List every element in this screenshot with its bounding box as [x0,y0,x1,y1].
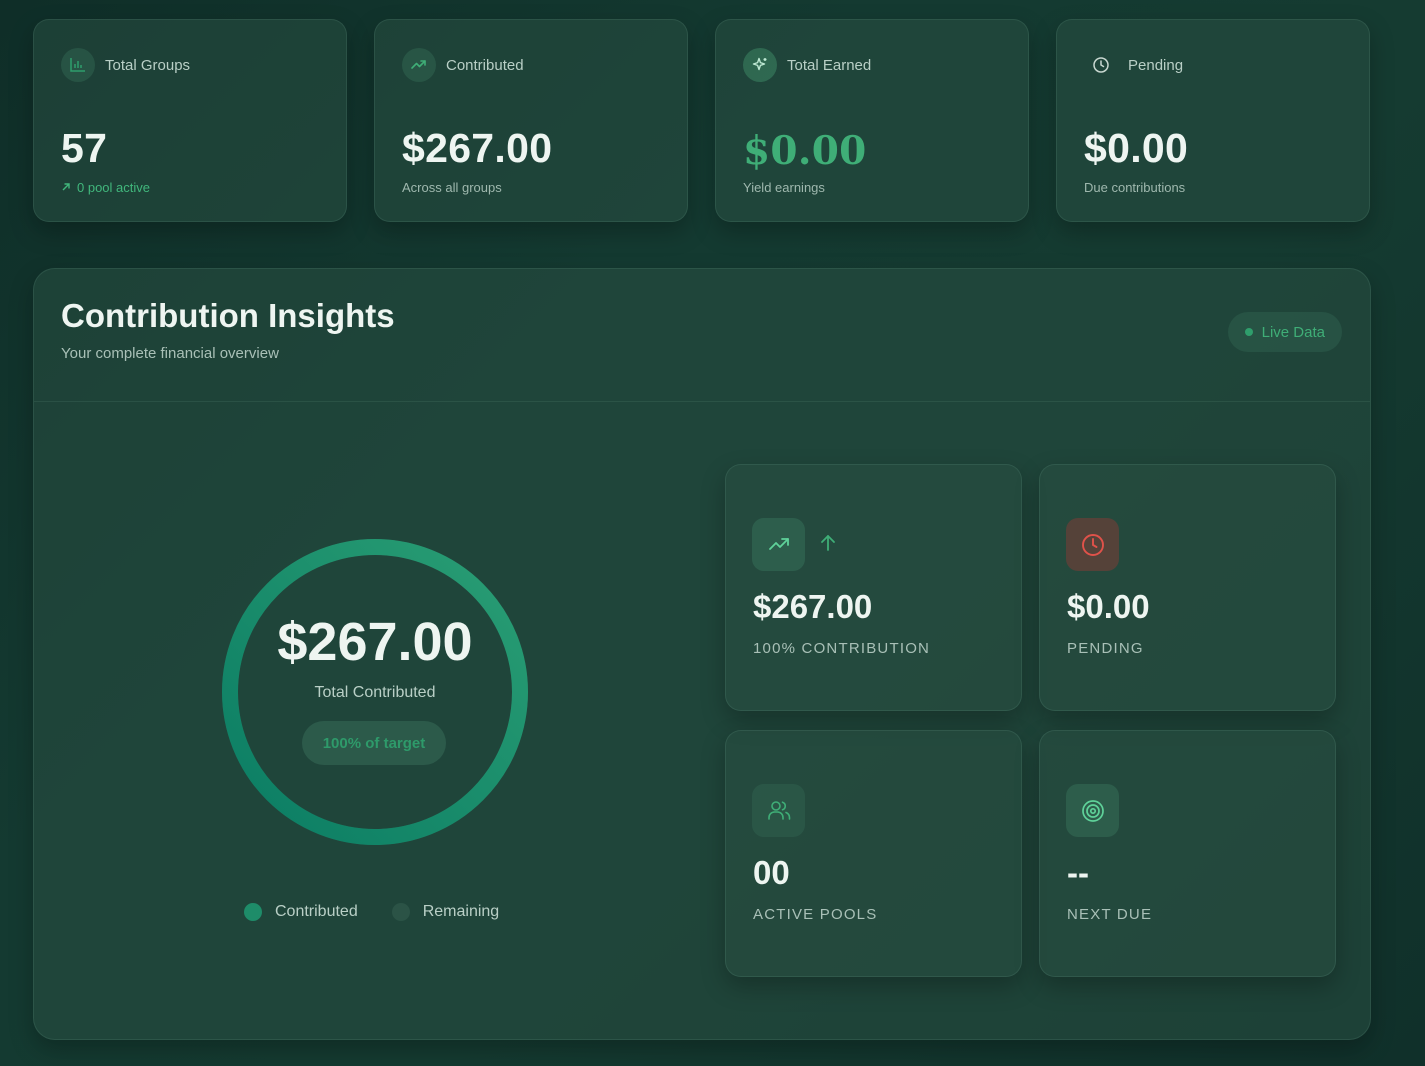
contribution-ring: $267.00 Total Contributed 100% of target [216,533,534,851]
panel-title: Contribution Insights [61,297,395,334]
trending-up-icon [752,518,805,571]
stat-card-total-groups: Total Groups 57 0 pool active [33,19,347,222]
live-data-label: Live Data [1261,323,1325,341]
ring-label: Total Contributed [314,684,436,701]
panel-divider [34,401,1370,402]
tile-label: PENDING [1067,640,1144,657]
stat-card-total-earned: Total Earned $0.00 Yield earnings [715,19,1029,222]
live-dot-icon [1244,328,1253,336]
panel-subtitle: Your complete financial overview [61,345,279,362]
ring-legend: Contributed Remaining [244,903,499,921]
stat-subtext: Yield earnings [743,180,825,195]
tile-label: NEXT DUE [1067,906,1153,923]
legend-swatch [244,903,262,921]
stat-subtext: Across all groups [402,180,502,195]
stat-subtext: 0 pool active [61,180,150,195]
target-pill: 100% of target [302,721,446,765]
legend-item-contributed: Contributed [244,903,358,921]
legend-swatch [391,903,410,921]
stat-value: $267.00 [402,125,553,171]
tile-label: 100% CONTRIBUTION [753,640,931,657]
tile-label: ACTIVE POOLS [753,906,878,923]
live-data-badge: Live Data [1227,312,1342,352]
stat-value: 57 [61,125,108,171]
stat-card-pending: Pending $0.00 Due contributions [1056,19,1370,222]
stat-value: $0.00 [743,128,867,174]
tile-value: 00 [753,854,790,891]
stat-label: Pending [1128,56,1184,74]
sparkles-icon [743,48,777,82]
stat-label: Contributed [446,56,524,74]
stat-label: Total Earned [787,56,872,74]
tile-pending: $0.00 PENDING [1039,464,1336,711]
legend-label: Contributed [275,903,358,920]
arrow-up-icon [819,533,837,558]
bar-chart-icon [61,48,95,82]
tile-value: $0.00 [1067,588,1150,625]
ring-amount: $267.00 [277,612,473,672]
tile-contribution: $267.00 100% CONTRIBUTION [725,464,1022,711]
target-icon [1066,784,1119,837]
trending-up-icon [402,48,436,82]
legend-item-remaining: Remaining [391,903,500,921]
arrow-up-right-icon [61,180,71,195]
clock-icon [1084,48,1118,82]
clock-icon [1066,518,1119,571]
stat-subtext-label: 0 pool active [77,180,150,195]
stat-value: $0.00 [1084,125,1189,171]
tile-value: $267.00 [753,588,873,625]
tile-active-pools: 00 ACTIVE POOLS [725,730,1022,977]
stat-subtext: Due contributions [1084,180,1186,195]
legend-label: Remaining [422,903,500,920]
tile-value: -- [1067,854,1089,891]
stat-card-contributed: Contributed $267.00 Across all groups [374,19,688,222]
stat-label: Total Groups [105,56,191,74]
contribution-insights-panel: Contribution Insights Your complete fina… [33,268,1371,1040]
users-icon [752,784,805,837]
tile-next-due: -- NEXT DUE [1039,730,1336,977]
